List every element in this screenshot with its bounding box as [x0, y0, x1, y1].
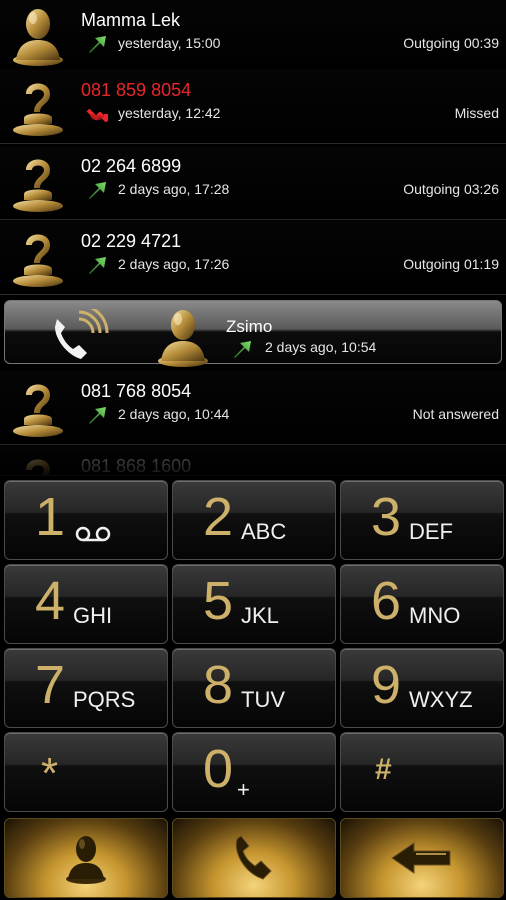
contact-name: 081 868 1600: [81, 456, 192, 476]
key-digit: 4: [35, 571, 66, 631]
key-hash[interactable]: #: [340, 732, 504, 812]
call-log-item[interactable]: 02 229 4721 2 days ago, 17:26 Outgoing 01:…: [0, 221, 506, 295]
key-digit: 2: [203, 487, 234, 547]
key-letters: PQRS: [73, 687, 136, 712]
contact-name: 081 768 8054: [81, 381, 192, 401]
key-letters: MNO: [409, 603, 461, 628]
key-star[interactable]: *: [4, 732, 168, 812]
key-digit: 8: [203, 655, 234, 715]
key-digit: 3: [371, 487, 402, 547]
call-time: yesterday, 12:42: [118, 105, 221, 121]
contact-name: Zsimo: [226, 317, 273, 336]
unknown-contact-icon: [10, 375, 66, 437]
contacts-button[interactable]: [4, 818, 168, 898]
key-digit: 9: [371, 655, 402, 715]
unknown-contact-icon: [10, 450, 66, 476]
contact-avatar-icon: [155, 305, 211, 367]
call-status: Outgoing 00:39: [403, 35, 499, 51]
call-status: Not answered: [412, 406, 499, 422]
key-8[interactable]: 8 TUV: [172, 648, 336, 728]
key-digit: 1: [35, 487, 66, 547]
call-time: 2 days ago, 10:44: [118, 406, 230, 422]
dial-keypad: 1 2 ABC 3 DEF 4 GHI 5 JKL 6 MNO 7 PQRS 8 TUV 9 WXYZ * 0 + #: [0, 476, 506, 900]
key-3[interactable]: 3 DEF: [340, 480, 504, 560]
key-digit: 0: [203, 739, 234, 799]
call-log-item[interactable]: 081 768 8054 2 days ago, 10:44 Not answere…: [0, 371, 506, 445]
unknown-contact-icon: [10, 74, 66, 136]
call-status: Missed: [454, 105, 499, 121]
call-button[interactable]: [172, 818, 336, 898]
voicemail-icon: [75, 526, 111, 542]
call-time: yesterday, 15:00: [118, 35, 221, 51]
contact-name: Mamma Lek: [81, 10, 181, 30]
outgoing-call-icon: [86, 180, 108, 200]
call-log-item[interactable]: 081 859 8054 yesterday, 12:42 Missed: [0, 70, 506, 144]
call-log-item[interactable]: Mamma Lek yesterday, 15:00 Outgoing 00:39: [0, 0, 506, 74]
call-log-item-selected[interactable]: Zsimo 2 days ago, 10:54: [0, 296, 506, 370]
outgoing-call-icon: [86, 255, 108, 275]
key-0[interactable]: 0 +: [172, 732, 336, 812]
key-digit: 5: [203, 571, 234, 631]
key-letters: +: [237, 777, 250, 802]
key-4[interactable]: 4 GHI: [4, 564, 168, 644]
selected-call-bar[interactable]: Zsimo 2 days ago, 10:54: [4, 300, 502, 364]
key-letters: TUV: [241, 687, 285, 712]
call-status: Outgoing 01:19: [403, 256, 499, 272]
contact-avatar-icon: [10, 4, 66, 66]
key-1[interactable]: 1: [4, 480, 168, 560]
backspace-button[interactable]: [340, 818, 504, 898]
call-back-icon[interactable]: [45, 309, 113, 365]
key-digit: #: [375, 753, 392, 786]
call-time: 2 days ago, 17:26: [118, 256, 230, 272]
unknown-contact-icon: [10, 150, 66, 212]
contact-name: 081 859 8054: [81, 80, 192, 100]
key-digit: *: [41, 749, 59, 798]
key-digit: 7: [35, 655, 66, 715]
key-7[interactable]: 7 PQRS: [4, 648, 168, 728]
key-letters: JKL: [241, 603, 279, 628]
outgoing-call-icon: [231, 339, 253, 364]
key-6[interactable]: 6 MNO: [340, 564, 504, 644]
outgoing-call-icon: [86, 34, 108, 54]
call-log-item[interactable]: 081 868 1600: [0, 446, 506, 476]
key-9[interactable]: 9 WXYZ: [340, 648, 504, 728]
key-letters: DEF: [409, 519, 453, 544]
call-log-item[interactable]: 02 264 6899 2 days ago, 17:28 Outgoing 03:…: [0, 146, 506, 220]
contact-name: 02 264 6899: [81, 156, 182, 176]
unknown-contact-icon: [10, 225, 66, 287]
key-5[interactable]: 5 JKL: [172, 564, 336, 644]
key-letters: WXYZ: [409, 687, 473, 712]
call-status: Outgoing 03:26: [403, 181, 499, 197]
key-letters: GHI: [73, 603, 113, 628]
key-2[interactable]: 2 ABC: [172, 480, 336, 560]
outgoing-call-icon: [86, 405, 108, 425]
key-digit: 6: [371, 571, 402, 631]
call-log-list[interactable]: Mamma Lek yesterday, 15:00 Outgoing 00:39 0…: [0, 0, 506, 476]
contact-name: 02 229 4721: [81, 231, 182, 251]
key-letters: ABC: [241, 519, 287, 544]
missed-call-icon: [86, 104, 108, 124]
call-time: 2 days ago, 17:28: [118, 181, 230, 197]
call-time: 2 days ago, 10:54: [265, 339, 377, 355]
